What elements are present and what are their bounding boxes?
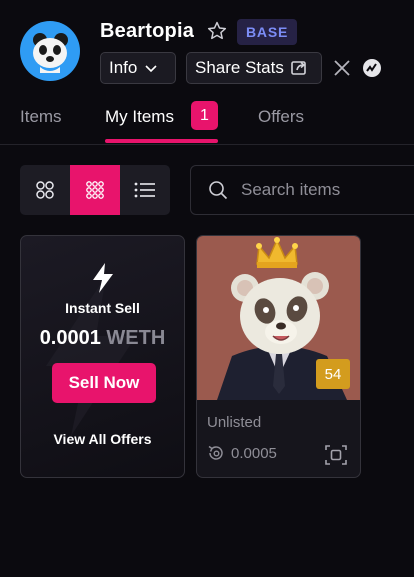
tab-bar: Items My Items 1 Offers <box>0 100 414 145</box>
share-icon <box>291 61 306 75</box>
last-sale-icon <box>208 445 223 460</box>
search-input[interactable] <box>241 180 401 200</box>
instant-sell-card: Instant Sell 0.0001 WETH Sell Now View A… <box>20 235 185 478</box>
instant-sell-currency: WETH <box>106 327 166 349</box>
instant-sell-price-value: 0.0001 <box>39 327 101 349</box>
nft-item-card[interactable]: 54 Unlisted 0.0005 <box>196 235 361 478</box>
lightning-icon <box>93 263 113 293</box>
instant-sell-price: 0.0001 WETH <box>21 327 184 350</box>
search-box[interactable] <box>190 165 414 215</box>
tab-offers[interactable]: Offers <box>258 107 304 127</box>
share-stats-label: Share Stats <box>195 58 284 77</box>
instant-sell-title: Instant Sell <box>65 300 140 316</box>
large-grid-icon <box>36 181 54 199</box>
collection-avatar <box>20 21 80 81</box>
active-tab-indicator <box>105 139 218 143</box>
listing-status: Unlisted <box>207 414 262 431</box>
panda-avatar-icon <box>33 33 68 73</box>
small-grid-view-button[interactable] <box>70 165 120 215</box>
view-all-offers-link[interactable]: View All Offers <box>21 431 184 447</box>
chain-badge: BASE <box>237 19 298 45</box>
dex-chart-icon[interactable] <box>362 58 382 78</box>
view-toggle-group <box>20 165 170 215</box>
last-sale-price: 0.0005 <box>231 444 277 462</box>
tab-my-items[interactable]: My Items <box>105 107 174 127</box>
x-twitter-icon[interactable] <box>333 59 351 77</box>
list-view-button[interactable] <box>120 165 170 215</box>
nft-image: 54 <box>197 236 360 400</box>
favorite-star-icon[interactable] <box>206 20 228 42</box>
info-button-label: Info <box>109 58 138 77</box>
large-grid-view-button[interactable] <box>20 165 70 215</box>
list-icon <box>134 182 155 198</box>
last-sale-row: 0.0005 <box>207 444 277 462</box>
info-button[interactable]: Info <box>100 52 176 84</box>
share-stats-button[interactable]: Share Stats <box>186 52 322 84</box>
chevron-down-icon <box>145 65 157 73</box>
small-grid-icon <box>86 181 104 199</box>
tab-items[interactable]: Items <box>20 107 62 127</box>
sell-now-button[interactable]: Sell Now <box>52 363 156 403</box>
my-items-count-badge: 1 <box>191 101 218 130</box>
search-icon <box>209 181 228 200</box>
scan-view-icon[interactable] <box>324 443 348 467</box>
collection-title: Beartopia <box>100 20 195 42</box>
rarity-rank-badge: 54 <box>316 359 350 389</box>
